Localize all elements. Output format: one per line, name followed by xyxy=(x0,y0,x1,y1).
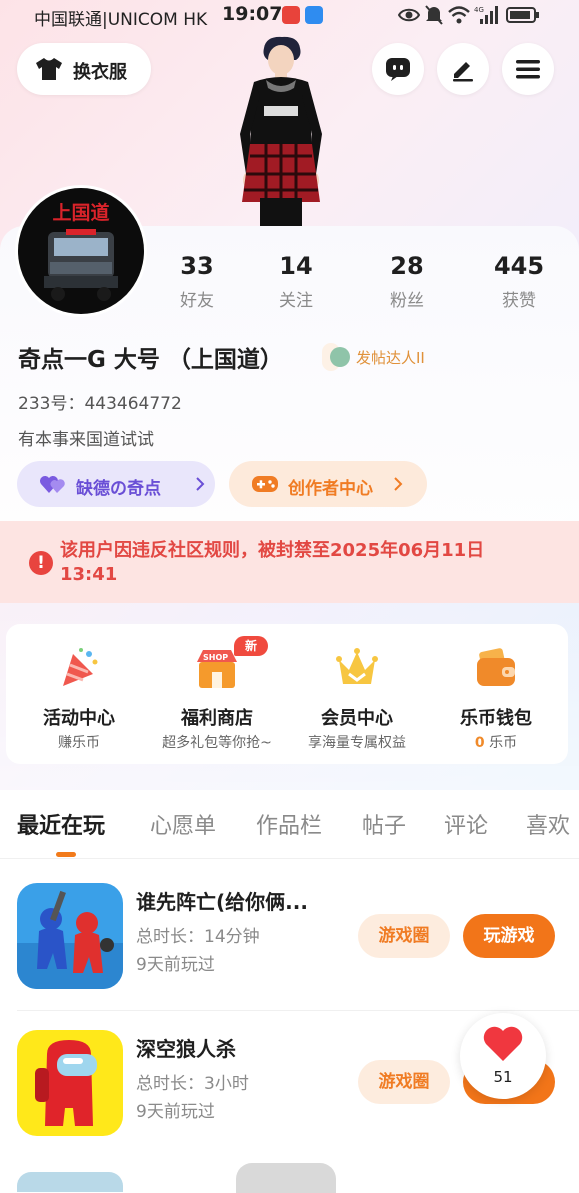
stat-followers[interactable]: 28 粉丝 xyxy=(362,252,452,311)
message-icon xyxy=(386,58,410,81)
message-button[interactable] xyxy=(372,43,424,95)
coin-balance: 0 xyxy=(474,735,485,751)
notification-app-icon xyxy=(305,6,323,24)
svg-text:4G: 4G xyxy=(474,6,484,14)
signal-icon: 4G xyxy=(474,6,498,24)
feature-subtitle: 赚乐币 xyxy=(58,735,100,751)
stat-value: 28 xyxy=(390,252,424,280)
game-title: 谁先阵亡(给你俩... xyxy=(136,890,308,914)
game-last-played: 9天前玩过 xyxy=(136,1102,215,1122)
stat-label: 好友 xyxy=(180,291,214,311)
new-tag: 新 xyxy=(234,636,268,656)
chevron-right-icon xyxy=(394,477,403,491)
heart-pair-icon xyxy=(40,476,65,493)
badge-icon xyxy=(330,347,350,367)
partner-link-label: 缺德の奇点 xyxy=(76,479,161,499)
shop-icon: SHOP xyxy=(197,650,237,688)
edit-profile-button[interactable] xyxy=(437,43,489,95)
feature-card: 活动中心 赚乐币 SHOP 福利商店 超多礼包等你抢~ 会员中心 享海量专属权益… xyxy=(6,624,568,764)
feature-title: 会员中心 xyxy=(321,708,393,729)
feature-title: 活动中心 xyxy=(43,708,115,729)
carrier-label: 中国联通|UNICOM HK xyxy=(34,10,208,30)
heart-icon xyxy=(483,1026,523,1061)
avatar-3d-figure xyxy=(240,36,322,228)
game-title: 深空狼人杀 xyxy=(136,1037,236,1061)
game-duration: 总时长：14分钟 xyxy=(136,927,260,947)
edit-icon xyxy=(453,62,473,82)
stat-value: 14 xyxy=(279,252,313,280)
feature-coin-wallet[interactable]: 乐币钱包 0 乐币 xyxy=(426,624,566,764)
battery-icon xyxy=(506,7,539,23)
feature-title: 福利商店 xyxy=(181,708,253,729)
ban-warning-text: 该用户因违反社区规则，被封禁至2025年06月11日13:41 xyxy=(60,540,485,585)
tab-wishlist[interactable]: 心愿单 xyxy=(150,808,216,840)
gamepad-icon xyxy=(252,476,278,492)
wallet-icon xyxy=(477,648,515,686)
user-bio: 有本事来国道试试 xyxy=(18,430,154,450)
like-count: 51 xyxy=(493,1068,513,1086)
avatar[interactable]: 上国道 xyxy=(18,188,144,314)
svg-text:SHOP: SHOP xyxy=(203,653,228,662)
stat-label: 粉丝 xyxy=(390,291,424,311)
tab-posts[interactable]: 帖子 xyxy=(362,808,406,840)
menu-icon xyxy=(516,60,540,79)
content-tabs: 最近在玩 心愿单 作品栏 帖子 评论 喜欢 xyxy=(0,790,579,859)
coin-unit: 乐币 xyxy=(489,735,518,751)
avatar-title: 上国道 xyxy=(52,202,110,224)
feature-activity-center[interactable]: 活动中心 赚乐币 xyxy=(9,624,149,764)
crown-icon xyxy=(336,648,378,684)
notification-app-icon xyxy=(282,6,300,24)
clock: 19:07 xyxy=(222,3,283,25)
game-icon xyxy=(17,883,123,989)
wifi-icon xyxy=(448,6,470,24)
stat-label: 关注 xyxy=(279,291,313,311)
stat-label: 获赞 xyxy=(502,291,536,311)
creator-center-button[interactable]: 创作者中心 xyxy=(229,461,427,507)
tab-works[interactable]: 作品栏 xyxy=(256,808,322,840)
badge-label: 发帖达人II xyxy=(356,349,425,367)
creator-center-label: 创作者中心 xyxy=(288,479,373,499)
next-game-icon-peek xyxy=(17,1172,123,1192)
game-icon xyxy=(17,1030,123,1136)
truck-image xyxy=(44,229,118,301)
user-name: 奇点一G 大号 （上国道） xyxy=(18,347,283,373)
user-id: 233号：443464772 xyxy=(18,394,182,414)
tab-comments[interactable]: 评论 xyxy=(444,808,488,840)
feature-subtitle: 0 乐币 xyxy=(426,732,566,752)
stat-friends[interactable]: 33 好友 xyxy=(152,252,242,311)
tab-recently-played[interactable]: 最近在玩 xyxy=(17,808,105,840)
menu-button[interactable] xyxy=(502,43,554,95)
feature-vip-center[interactable]: 会员中心 享海量专属权益 xyxy=(287,624,427,764)
play-game-button[interactable]: 玩游戏 xyxy=(463,914,555,958)
stat-value: 33 xyxy=(180,252,214,280)
chevron-right-icon xyxy=(196,477,205,491)
stat-following[interactable]: 14 关注 xyxy=(251,252,341,311)
change-outfit-button[interactable]: 换衣服 xyxy=(17,43,151,95)
change-outfit-label: 换衣服 xyxy=(73,62,127,83)
alert-icon: ! xyxy=(29,551,53,575)
ban-warning-banner: ! 该用户因违反社区规则，被封禁至2025年06月11日13:41 xyxy=(0,521,579,603)
feature-subtitle: 享海量专属权益 xyxy=(308,735,406,751)
active-tab-indicator xyxy=(56,852,76,857)
achievement-badge[interactable]: 发帖达人II xyxy=(322,343,425,371)
feature-title: 乐币钱包 xyxy=(460,708,532,729)
partner-link-button[interactable]: 缺德の奇点 xyxy=(17,461,215,507)
party-popper-icon xyxy=(63,648,98,686)
mute-icon xyxy=(425,5,443,25)
game-duration: 总时长：3小时 xyxy=(136,1074,249,1094)
list-item[interactable]: 谁先阵亡(给你俩... 总时长：14分钟 9天前玩过 游戏圈 玩游戏 xyxy=(0,864,579,1010)
tab-likes[interactable]: 喜欢 xyxy=(526,808,570,840)
eye-icon xyxy=(398,8,420,22)
game-circle-button[interactable]: 游戏圈 xyxy=(358,914,450,958)
stat-likes[interactable]: 445 获赞 xyxy=(474,252,564,311)
stat-value: 445 xyxy=(493,252,545,280)
bottom-nav-avatar-peek[interactable] xyxy=(236,1163,336,1193)
game-circle-button[interactable]: 游戏圈 xyxy=(358,1060,450,1104)
feature-subtitle: 超多礼包等你抢~ xyxy=(162,735,272,751)
status-bar: 中国联通|UNICOM HK 19:07 4G xyxy=(0,0,579,32)
game-last-played: 9天前玩过 xyxy=(136,955,215,975)
tshirt-icon xyxy=(36,58,62,80)
like-floating-button[interactable]: 51 xyxy=(460,1013,546,1099)
